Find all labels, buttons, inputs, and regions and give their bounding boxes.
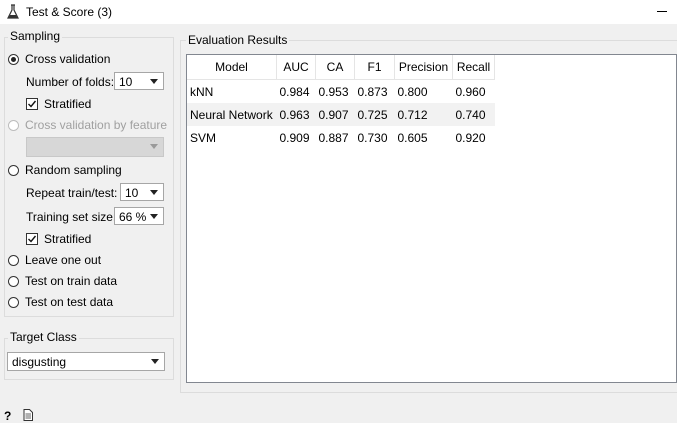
- radio-button[interactable]: [8, 296, 19, 308]
- stratified-checkbox-1[interactable]: Stratified: [26, 96, 91, 112]
- cv-by-feature-radio[interactable]: Cross validation by feature: [8, 117, 167, 133]
- test-on-test-radio[interactable]: Test on test data: [8, 294, 113, 310]
- ca-cell: 0.887: [318, 130, 349, 145]
- column-header[interactable]: CA: [315, 55, 355, 80]
- chevron-down-icon: [150, 190, 158, 195]
- chevron-down-icon: [150, 79, 158, 84]
- cross-validation-radio[interactable]: Cross validation: [8, 51, 110, 67]
- radio-button-disabled[interactable]: [8, 119, 19, 131]
- folds-combo[interactable]: 10: [114, 72, 164, 90]
- window-title: Test & Score (3): [26, 5, 113, 19]
- ca-cell: 0.907: [315, 103, 355, 126]
- radio-button[interactable]: [8, 275, 19, 287]
- title-bar: Test & Score (3): [0, 0, 677, 24]
- folds-value: 10: [119, 75, 133, 89]
- checkbox-checked[interactable]: [26, 98, 38, 110]
- chevron-down-icon: [150, 144, 158, 149]
- recall-cell: 0.960: [455, 84, 486, 99]
- help-icon[interactable]: ?: [4, 409, 11, 423]
- recall-cell: 0.920: [455, 130, 486, 145]
- f1-cell: 0.873: [357, 84, 388, 99]
- column-header[interactable]: F1: [354, 55, 395, 80]
- column-header[interactable]: Recall: [452, 55, 495, 80]
- radio-button-checked[interactable]: [8, 53, 19, 65]
- repeat-value: 10: [125, 186, 139, 200]
- repeat-label: Repeat train/test:: [26, 186, 118, 200]
- precision-cell: 0.712: [394, 103, 453, 126]
- random-sampling-label: Random sampling: [25, 163, 122, 177]
- folds-label: Number of folds:: [26, 75, 115, 89]
- stratified-checkbox-2[interactable]: Stratified: [26, 231, 91, 247]
- stratified-label-1: Stratified: [44, 97, 92, 111]
- table-row[interactable]: SVM 0.909 0.887 0.730 0.605 0.920: [187, 126, 495, 149]
- table-row[interactable]: kNN 0.984 0.953 0.873 0.800 0.960: [187, 80, 495, 104]
- model-cell: Neural Network: [187, 103, 277, 126]
- status-bar: [0, 405, 677, 423]
- table-header-row: Model AUC CA F1 Precision Recall: [187, 55, 495, 80]
- random-sampling-radio[interactable]: Random sampling: [8, 162, 122, 178]
- column-header[interactable]: AUC: [276, 55, 316, 80]
- leave-one-out-label: Leave one out: [25, 253, 102, 267]
- test-on-train-radio[interactable]: Test on train data: [8, 273, 117, 289]
- target-class-title: Target Class: [8, 330, 79, 344]
- auc-cell: 0.963: [276, 103, 316, 126]
- results-table-area[interactable]: ˅ Model AUC CA F1 Precision Recall kNN 0…: [186, 54, 677, 383]
- target-class-combo[interactable]: disgusting: [7, 352, 165, 371]
- model-cell: SVM: [190, 130, 217, 145]
- precision-cell: 0.605: [397, 130, 428, 145]
- model-cell: kNN: [190, 84, 214, 99]
- table-row[interactable]: Neural Network 0.963 0.907 0.725 0.712 0…: [187, 103, 495, 126]
- training-size-value: 66 %: [119, 210, 147, 224]
- cross-validation-label: Cross validation: [25, 52, 111, 66]
- auc-cell: 0.909: [279, 130, 310, 145]
- recall-cell: 0.740: [452, 103, 495, 126]
- test-on-train-label: Test on train data: [25, 274, 118, 288]
- minimize-icon[interactable]: [657, 11, 667, 12]
- training-size-combo[interactable]: 66 %: [114, 207, 164, 225]
- cv-by-feature-label: Cross validation by feature: [25, 118, 168, 132]
- radio-button[interactable]: [8, 254, 19, 266]
- target-class-value: disgusting: [12, 355, 67, 369]
- chevron-down-icon: [150, 214, 158, 219]
- stratified-label-2: Stratified: [44, 232, 92, 246]
- precision-cell: 0.800: [397, 84, 428, 99]
- f1-cell: 0.725: [354, 103, 395, 126]
- column-header[interactable]: Precision: [394, 55, 453, 80]
- ca-cell: 0.953: [318, 84, 349, 99]
- results-title: Evaluation Results: [186, 33, 290, 47]
- sampling-title: Sampling: [8, 29, 63, 43]
- leave-one-out-radio[interactable]: Leave one out: [8, 252, 101, 268]
- chevron-down-icon: [151, 359, 159, 364]
- flask-icon: [7, 4, 19, 19]
- report-icon[interactable]: [23, 409, 33, 421]
- radio-button[interactable]: [8, 164, 19, 176]
- results-table[interactable]: Model AUC CA F1 Precision Recall kNN 0.9…: [187, 55, 495, 149]
- feature-combo[interactable]: [26, 137, 164, 157]
- f1-cell: 0.730: [357, 130, 388, 145]
- test-on-test-label: Test on test data: [25, 295, 114, 309]
- training-size-label: Training set size:: [26, 210, 117, 224]
- checkmark-icon: [28, 235, 37, 243]
- column-header[interactable]: Model: [187, 55, 277, 80]
- checkbox-checked[interactable]: [26, 233, 38, 245]
- auc-cell: 0.984: [279, 84, 310, 99]
- repeat-combo[interactable]: 10: [120, 183, 164, 201]
- checkmark-icon: [28, 100, 37, 108]
